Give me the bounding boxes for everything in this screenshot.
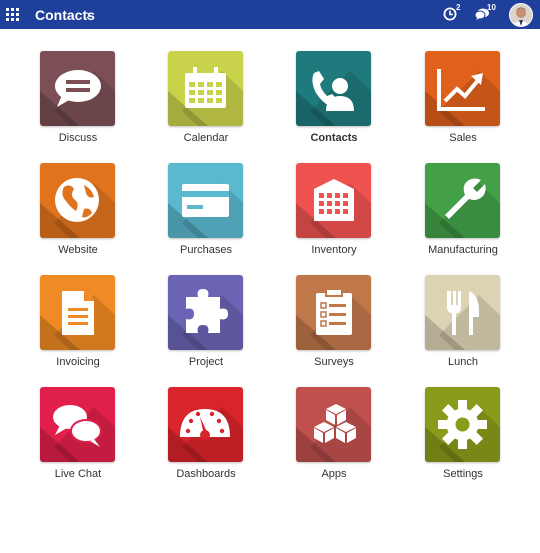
app-label: Calendar — [183, 132, 229, 144]
app-label: Website — [58, 244, 98, 256]
app-tile-inventory[interactable]: Inventory — [279, 163, 389, 267]
app-label: Discuss — [58, 132, 98, 144]
app-label: Live Chat — [54, 468, 102, 480]
sales-chart-icon — [425, 51, 500, 126]
user-avatar[interactable] — [509, 3, 533, 27]
app-label: Project — [188, 356, 224, 368]
messages-count-badge: 10 — [487, 3, 496, 12]
app-tile-purchases[interactable]: Purchases — [151, 163, 261, 267]
app-label: Inventory — [311, 244, 357, 256]
clipboard-icon — [296, 275, 371, 350]
chat-bubble-icon — [40, 51, 115, 126]
messages-button[interactable]: 10 — [475, 3, 501, 25]
app-label: Settings — [443, 468, 483, 480]
globe-icon — [40, 163, 115, 238]
cubes-icon — [296, 387, 371, 462]
contacts-icon — [296, 51, 371, 126]
app-tile-apps[interactable]: Apps — [279, 387, 389, 491]
app-tile-invoicing[interactable]: Invoicing — [23, 275, 133, 379]
clock-icon — [443, 7, 457, 21]
app-tile-lunch[interactable]: Lunch — [408, 275, 518, 379]
activities-button[interactable]: 2 — [443, 3, 463, 25]
app-label: Manufacturing — [428, 244, 498, 256]
app-label: Sales — [449, 132, 477, 144]
apps-menu-grid-icon[interactable] — [5, 7, 21, 23]
app-tile-surveys[interactable]: Surveys — [279, 275, 389, 379]
app-label: Purchases — [180, 244, 232, 256]
chevron-right-icon: › — [86, 6, 91, 22]
app-label: Lunch — [448, 356, 478, 368]
app-tile-contacts[interactable]: Contacts — [279, 51, 389, 155]
app-tile-settings[interactable]: Settings — [408, 387, 518, 491]
app-label: Invoicing — [56, 356, 100, 368]
fork-knife-icon — [425, 275, 500, 350]
gear-icon — [425, 387, 500, 462]
calendar-icon — [168, 51, 243, 126]
gauge-icon — [168, 387, 243, 462]
wrench-icon — [425, 163, 500, 238]
app-tile-discuss[interactable]: Discuss — [23, 51, 133, 155]
app-tile-calendar[interactable]: Calendar — [151, 51, 261, 155]
document-icon — [40, 275, 115, 350]
app-tile-project[interactable]: Project — [151, 275, 261, 379]
app-tile-manufacturing[interactable]: Manufacturing — [408, 163, 518, 267]
top-navbar: Contacts › 2 10 — [0, 0, 540, 29]
app-tile-live-chat[interactable]: Live Chat — [23, 387, 133, 491]
app-tile-sales[interactable]: Sales — [408, 51, 518, 155]
app-label: Apps — [321, 468, 347, 480]
app-tile-dashboards[interactable]: Dashboards — [151, 387, 261, 491]
app-label: Contacts — [310, 132, 358, 144]
app-tile-website[interactable]: Website — [23, 163, 133, 267]
app-label: Surveys — [314, 356, 354, 368]
chat-bubbles-icon — [40, 387, 115, 462]
activities-count-badge: 2 — [456, 3, 461, 12]
app-label: Dashboards — [176, 468, 236, 480]
warehouse-icon — [296, 163, 371, 238]
credit-card-icon — [168, 163, 243, 238]
puzzle-icon — [168, 275, 243, 350]
